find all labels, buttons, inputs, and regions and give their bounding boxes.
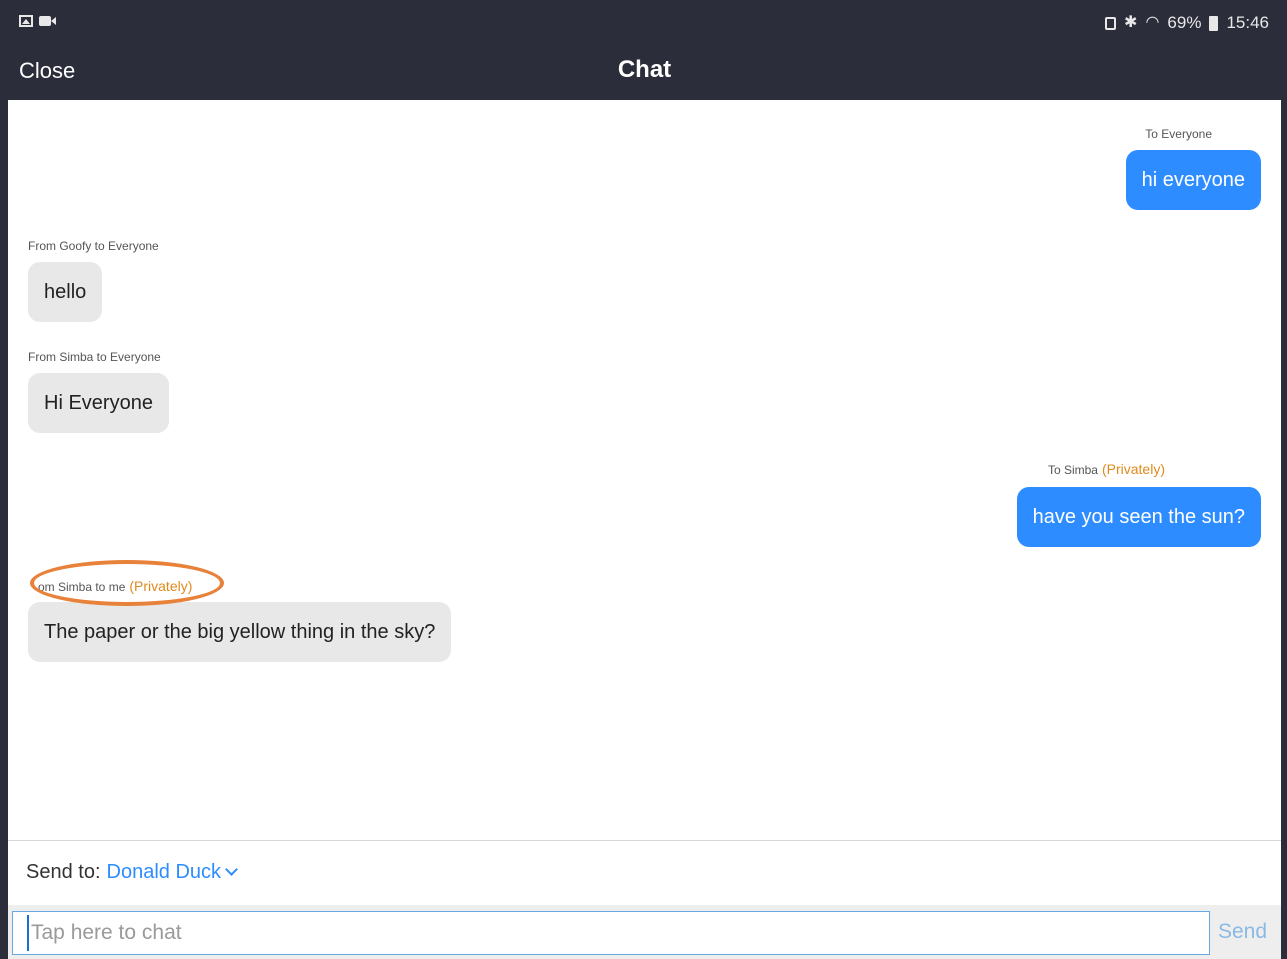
chat-messages[interactable]: To Everyone hi everyone From Goofy to Ev… (8, 100, 1281, 840)
message-meta-text: To Everyone (1145, 127, 1212, 141)
message-bubble-incoming[interactable]: hello (28, 262, 103, 322)
page-title: Chat (617, 56, 672, 83)
status-right: ✱ ◠ 69% 15:46 (1105, 13, 1269, 33)
chat-input[interactable] (12, 911, 1210, 955)
status-left (19, 15, 56, 27)
message-meta: From Goofy to Everyone (28, 239, 159, 253)
message-meta-text: From Simba to Everyone (28, 350, 161, 364)
wifi-icon: ◠ (1145, 14, 1160, 31)
message-meta-text: From Goofy to Everyone (28, 239, 159, 253)
message-meta: To Everyone (1145, 127, 1212, 141)
gallery-icon (19, 15, 33, 27)
clock: 15:46 (1226, 13, 1269, 32)
text-caret (27, 915, 29, 951)
battery-icon (1209, 15, 1219, 31)
app-frame: ✱ ◠ 69% 15:46 Close Chat To Everyone hi … (0, 0, 1287, 959)
frame-border-left (0, 0, 8, 959)
video-icon (39, 16, 56, 26)
send-to-row: Send to: Donald Duck (26, 861, 238, 884)
message-meta-text: To Simba (1047, 463, 1098, 477)
message-bubble-outgoing[interactable]: hi everyone (1125, 150, 1261, 210)
send-button[interactable]: Send (1218, 920, 1267, 944)
private-tag: (Privately) (1101, 461, 1165, 477)
bluetooth-icon: ✱ (1124, 14, 1138, 31)
title-bar: Close Chat (8, 46, 1281, 100)
highlight-ring-annotation (30, 560, 224, 606)
send-to-label: Send to: (26, 861, 101, 883)
recipient-dropdown[interactable]: Donald Duck (107, 861, 222, 884)
composer-bar: Send (8, 905, 1281, 959)
frame-border-right (1281, 0, 1287, 959)
message-bubble-incoming[interactable]: The paper or the big yellow thing in the… (28, 602, 452, 662)
message-bubble-incoming[interactable]: Hi Everyone (28, 373, 169, 433)
divider (8, 840, 1281, 841)
battery-percent: 69% (1167, 13, 1202, 32)
message-meta: From Simba to Everyone (28, 350, 161, 364)
message-bubble-outgoing[interactable]: have you seen the sun? (1016, 487, 1261, 547)
lock-icon (1105, 16, 1117, 30)
status-bar: ✱ ◠ 69% 15:46 (8, 0, 1281, 46)
message-meta: To Simba (Privately) (1048, 461, 1165, 477)
chevron-down-icon[interactable] (225, 863, 238, 876)
